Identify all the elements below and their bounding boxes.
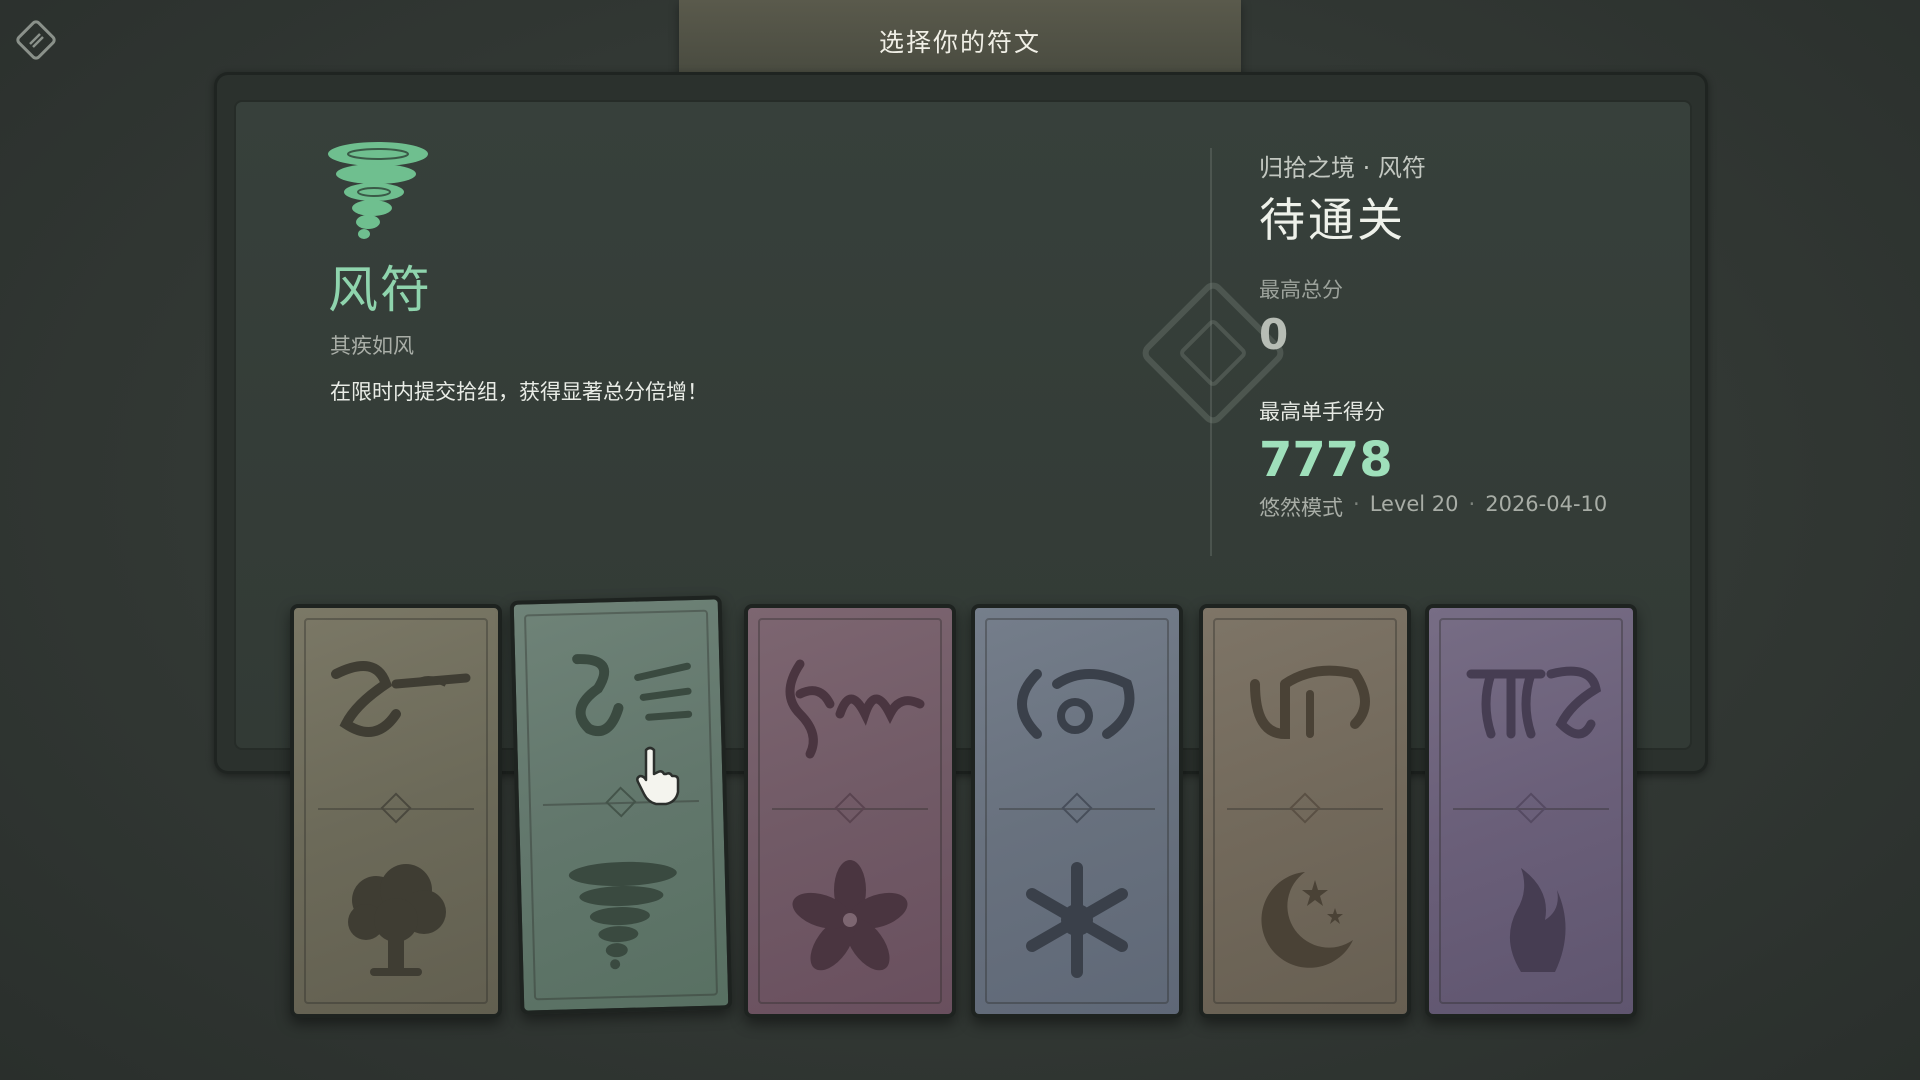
tornado-icon (568, 861, 677, 970)
rune-description: 在限时内提交拾组，获得显著总分倍增！ (330, 380, 708, 404)
moon-star-icon (1261, 872, 1353, 968)
rune-card-snow[interactable] (971, 604, 1183, 1018)
tornado-icon (328, 142, 428, 239)
diamond-icon (1515, 792, 1547, 824)
mode-label: 悠然模式 (1259, 496, 1343, 520)
diamond-icon (1061, 792, 1093, 824)
flower-icon (792, 860, 908, 971)
best-hand-label: 最高单手得分 (1259, 400, 1385, 424)
snowflake-icon (1026, 862, 1128, 978)
rune-glyph-icon (785, 659, 925, 759)
rune-glyph-icon (1250, 665, 1370, 740)
rune-glyph-icon (572, 654, 693, 737)
flame-icon (1509, 868, 1566, 972)
pointer-hand-icon (636, 746, 680, 806)
tree-icon (348, 864, 446, 976)
rune-glyph-icon (1466, 666, 1602, 739)
clear-status: 待通关 (1259, 193, 1406, 247)
rune-subtitle: 其疾如风 (330, 334, 414, 358)
best-total-label: 最高总分 (1259, 278, 1343, 302)
rune-card-flame[interactable] (1425, 604, 1637, 1018)
diamond-icon (834, 792, 866, 824)
rune-name: 风符 (328, 261, 432, 319)
separator-dot: · (1468, 492, 1476, 516)
best-hand-value: 7778 (1259, 432, 1393, 488)
menu-button[interactable] (12, 16, 60, 64)
date-label: 2026-04-10 (1485, 492, 1608, 516)
page-title: 选择你的符文 (878, 28, 1041, 57)
title-banner: 选择你的符文 (679, 0, 1241, 82)
rune-glyph-icon (1017, 669, 1135, 739)
level-label: Level 20 (1369, 492, 1459, 516)
best-total-value: 0 (1259, 310, 1289, 359)
rune-card-wind[interactable] (509, 595, 733, 1015)
stage-label: 归拾之境 · 风符 (1259, 154, 1426, 182)
diamond-icon (1289, 792, 1321, 824)
diamond-icon (380, 792, 412, 824)
separator-dot: · (1353, 492, 1360, 516)
menu-icon (16, 20, 56, 60)
rune-card-tree[interactable] (290, 604, 502, 1018)
rune-card-flower[interactable] (744, 604, 956, 1018)
rune-card-moon[interactable] (1199, 604, 1411, 1018)
record-meta: 悠然模式 · Level 20 · 2026-04-10 (1259, 492, 1607, 522)
rune-glyph-icon (331, 661, 471, 737)
